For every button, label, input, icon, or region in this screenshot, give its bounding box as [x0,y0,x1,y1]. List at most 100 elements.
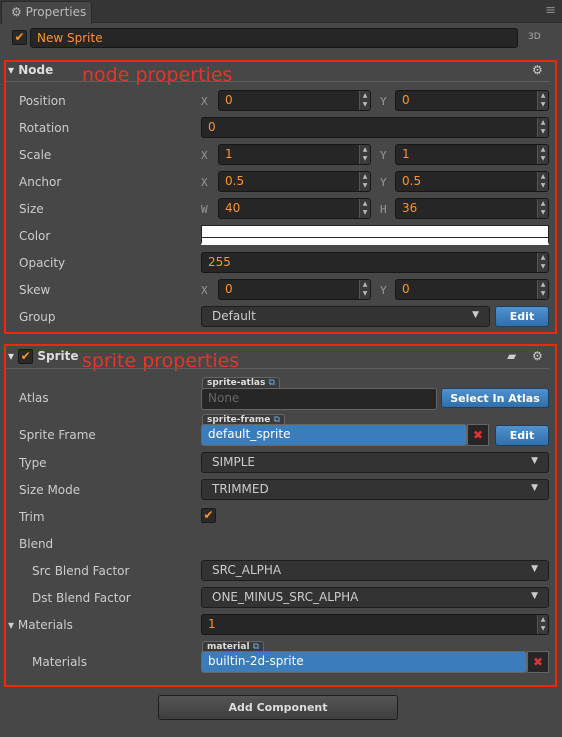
sprite-frame-edit-button[interactable]: Edit [495,425,549,446]
value: TRIMMED [212,482,269,496]
value: 255 [208,255,231,269]
type-select[interactable]: SIMPLE ▼ [201,452,549,473]
axis-label: H [380,203,387,216]
dst-blend-label: Dst Blend Factor [32,591,131,605]
scale-label: Scale [19,148,52,162]
spinner[interactable]: ▲ ▼ [359,91,370,110]
anchor-x-input[interactable]: 0.5 ▲ ▼ [218,171,371,192]
value: SRC_ALPHA [212,563,282,577]
value: 0 [208,120,216,134]
value: 36 [402,201,418,215]
sprite-section-header[interactable]: ▾ ✔ Sprite [8,349,79,364]
group-select[interactable]: Default ▼ [201,306,490,327]
materials-array-header[interactable]: ▾ Materials [8,618,73,632]
spinner[interactable]: ▲ ▼ [537,280,548,299]
src-blend-label: Src Blend Factor [32,564,130,578]
spinner[interactable]: ▲ ▼ [537,91,548,110]
group-label: Group [19,310,56,324]
node-annotation: node properties [82,64,233,86]
rotation-input[interactable]: 0 ▲ ▼ [201,117,549,138]
axis-label: X [201,95,208,108]
type-label: Type [19,456,47,470]
clear-x-icon[interactable]: ✖ [527,651,549,673]
value: 40 [225,201,241,215]
divider [6,81,550,82]
spinner[interactable]: ▲ ▼ [537,172,548,191]
sprite-enabled-checkbox[interactable]: ✔ [18,349,34,364]
opacity-input[interactable]: 255 ▲ ▼ [201,252,549,273]
axis-label: Y [380,176,387,189]
value: 1 [225,147,233,161]
node-active-checkbox[interactable]: ✔ [12,30,27,45]
src-blend-select[interactable]: SRC_ALPHA ▼ [201,560,549,581]
trim-checkbox[interactable]: ✔ [201,508,216,523]
add-component-button[interactable]: Add Component [158,695,398,720]
size-label: Size [19,202,44,216]
scale-x-input[interactable]: 1 ▲ ▼ [218,144,371,165]
scale-y-input[interactable]: 1 ▲ ▼ [395,144,549,165]
size-mode-select[interactable]: TRIMMED ▼ [201,479,549,500]
node-name-input[interactable]: New Sprite [30,28,518,48]
tag-text: sprite-atlas [207,378,266,388]
axis-label: W [201,203,208,216]
hamburger-icon[interactable]: ≡ [545,3,556,18]
spinner[interactable]: ▲ ▼ [359,280,370,299]
position-y-input[interactable]: 0 ▲ ▼ [395,90,549,111]
node-settings-gear-icon[interactable]: ⚙ [532,63,543,77]
dropdown-arrow-icon: ▼ [531,591,538,601]
value: 0 [402,282,410,296]
node-section-header[interactable]: ▾ Node [8,63,53,77]
axis-label: Y [380,149,387,162]
dropdown-arrow-icon: ▼ [531,564,538,574]
spinner[interactable]: ▲ ▼ [359,172,370,191]
skew-label: Skew [19,283,51,297]
sprite-atlas-tag[interactable]: sprite-atlas ⧉ [202,377,280,388]
spinner[interactable]: ▲ ▼ [537,145,548,164]
material-asset-field[interactable]: builtin-2d-sprite [201,651,527,673]
rotation-label: Rotation [19,121,70,135]
divider [6,368,550,369]
dropdown-arrow-icon: ▼ [531,456,538,466]
node-title: Node [18,63,54,77]
value: 0.5 [225,174,245,188]
clear-x-icon[interactable]: ✖ [467,424,489,446]
external-link-icon[interactable]: ⧉ [269,378,275,388]
materials-count-input[interactable]: 1 ▲ ▼ [201,614,549,635]
value: 0 [402,93,410,107]
position-x-input[interactable]: 0 ▲ ▼ [218,90,371,111]
dropdown-arrow-icon: ▼ [472,310,479,320]
spinner[interactable]: ▲ ▼ [359,199,370,218]
opacity-label: Opacity [19,256,66,270]
axis-label: X [201,149,208,162]
position-label: Position [19,94,66,108]
size-height-input[interactable]: 36 ▲ ▼ [395,198,549,219]
color-label: Color [19,229,51,243]
select-in-atlas-button[interactable]: Select In Atlas [441,388,549,408]
atlas-asset-field[interactable]: None [201,388,437,410]
spinner[interactable]: ▲ ▼ [537,253,548,272]
value: 1 [208,617,216,631]
value: 0 [225,93,233,107]
color-picker[interactable] [201,225,549,245]
tab-properties[interactable]: ⚙ Properties [1,1,92,24]
group-edit-button[interactable]: Edit [495,306,549,327]
sprite-frame-asset-field[interactable]: default_sprite [201,424,467,446]
anchor-y-input[interactable]: 0.5 ▲ ▼ [395,171,549,192]
skew-x-input[interactable]: 0 ▲ ▼ [218,279,371,300]
skew-y-input[interactable]: 0 ▲ ▼ [395,279,549,300]
dst-blend-select[interactable]: ONE_MINUS_SRC_ALPHA ▼ [201,587,549,608]
sprite-title: Sprite [37,349,79,363]
spinner[interactable]: ▲ ▼ [537,199,548,218]
spinner[interactable]: ▲ ▼ [359,145,370,164]
spinner[interactable]: ▲ ▼ [537,615,548,634]
spinner[interactable]: ▲ ▼ [537,118,548,137]
help-book-icon[interactable]: ▰ [507,349,516,363]
tab-title: Properties [25,5,87,19]
value: 1 [402,147,410,161]
materials-label: Materials [17,618,73,632]
value: Default [212,309,256,323]
trim-label: Trim [19,510,45,524]
sprite-settings-gear-icon[interactable]: ⚙ [532,349,543,363]
value: ONE_MINUS_SRC_ALPHA [212,590,359,604]
size-width-input[interactable]: 40 ▲ ▼ [218,198,371,219]
